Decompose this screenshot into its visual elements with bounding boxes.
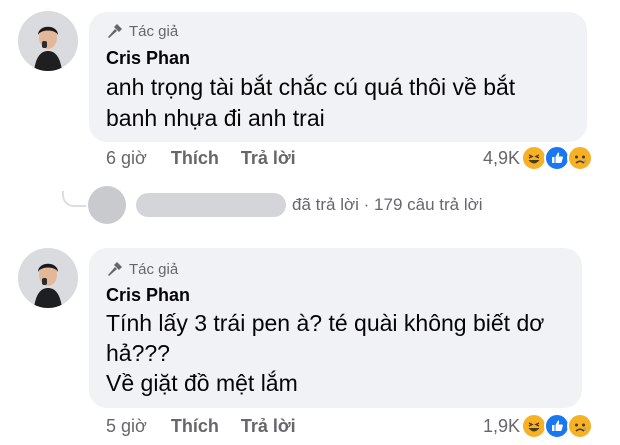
comment-text-line: anh trọng tài bắt chắc cú quá thôi về bắ…	[106, 74, 516, 100]
like-button[interactable]: Thích	[171, 416, 219, 437]
microphone-icon	[108, 24, 122, 38]
comment-time[interactable]: 5 giờ	[106, 416, 147, 437]
replies-summary[interactable]: đã trả lời · 179 câu trả lời	[88, 186, 483, 224]
comment-text-line: Về giặt đồ mệt lắm	[106, 370, 298, 396]
replies-separator: ·	[363, 195, 370, 214]
like-button[interactable]: Thích	[171, 148, 219, 169]
author-badge-label: Tác giả	[129, 260, 179, 278]
avatar[interactable]	[18, 11, 78, 71]
author-badge: Tác giả	[106, 260, 178, 278]
comment-time[interactable]: 6 giờ	[106, 148, 147, 169]
author-badge: Tác giả	[106, 22, 178, 40]
reactions-summary[interactable]: 4,9K	[483, 145, 594, 171]
comment-actions: 5 giờ Thích Trả lời	[106, 416, 296, 437]
microphone-icon	[108, 262, 122, 276]
blurred-reply-name	[136, 193, 286, 217]
avatar[interactable]	[18, 248, 78, 308]
reaction-count: 1,9K	[483, 415, 521, 436]
reply-button[interactable]: Trả lời	[241, 416, 296, 437]
replies-count: 179 câu trả lời	[374, 195, 483, 214]
author-badge-label: Tác giả	[129, 22, 179, 40]
reply-avatar	[88, 186, 126, 224]
replied-label: đã trả lời	[292, 195, 359, 214]
comment-actions: 6 giờ Thích Trả lời	[106, 148, 296, 169]
reactions-summary[interactable]: 1,9K	[483, 413, 594, 439]
comment-text-line: Tính lấy 3 trái pen à? té quài không biế…	[106, 310, 545, 336]
thread-connector	[62, 191, 86, 207]
author-name[interactable]: Cris Phan	[106, 48, 190, 69]
replies-text[interactable]: đã trả lời · 179 câu trả lời	[292, 195, 483, 215]
author-name[interactable]: Cris Phan	[106, 285, 190, 306]
comment-text-line: hả???	[106, 340, 170, 366]
sad-icon	[567, 413, 594, 439]
reply-button[interactable]: Trả lời	[241, 148, 296, 169]
comment-text-line: banh nhựa đi anh trai	[106, 105, 325, 131]
sad-icon	[567, 145, 594, 171]
reaction-count: 4,9K	[483, 147, 521, 168]
